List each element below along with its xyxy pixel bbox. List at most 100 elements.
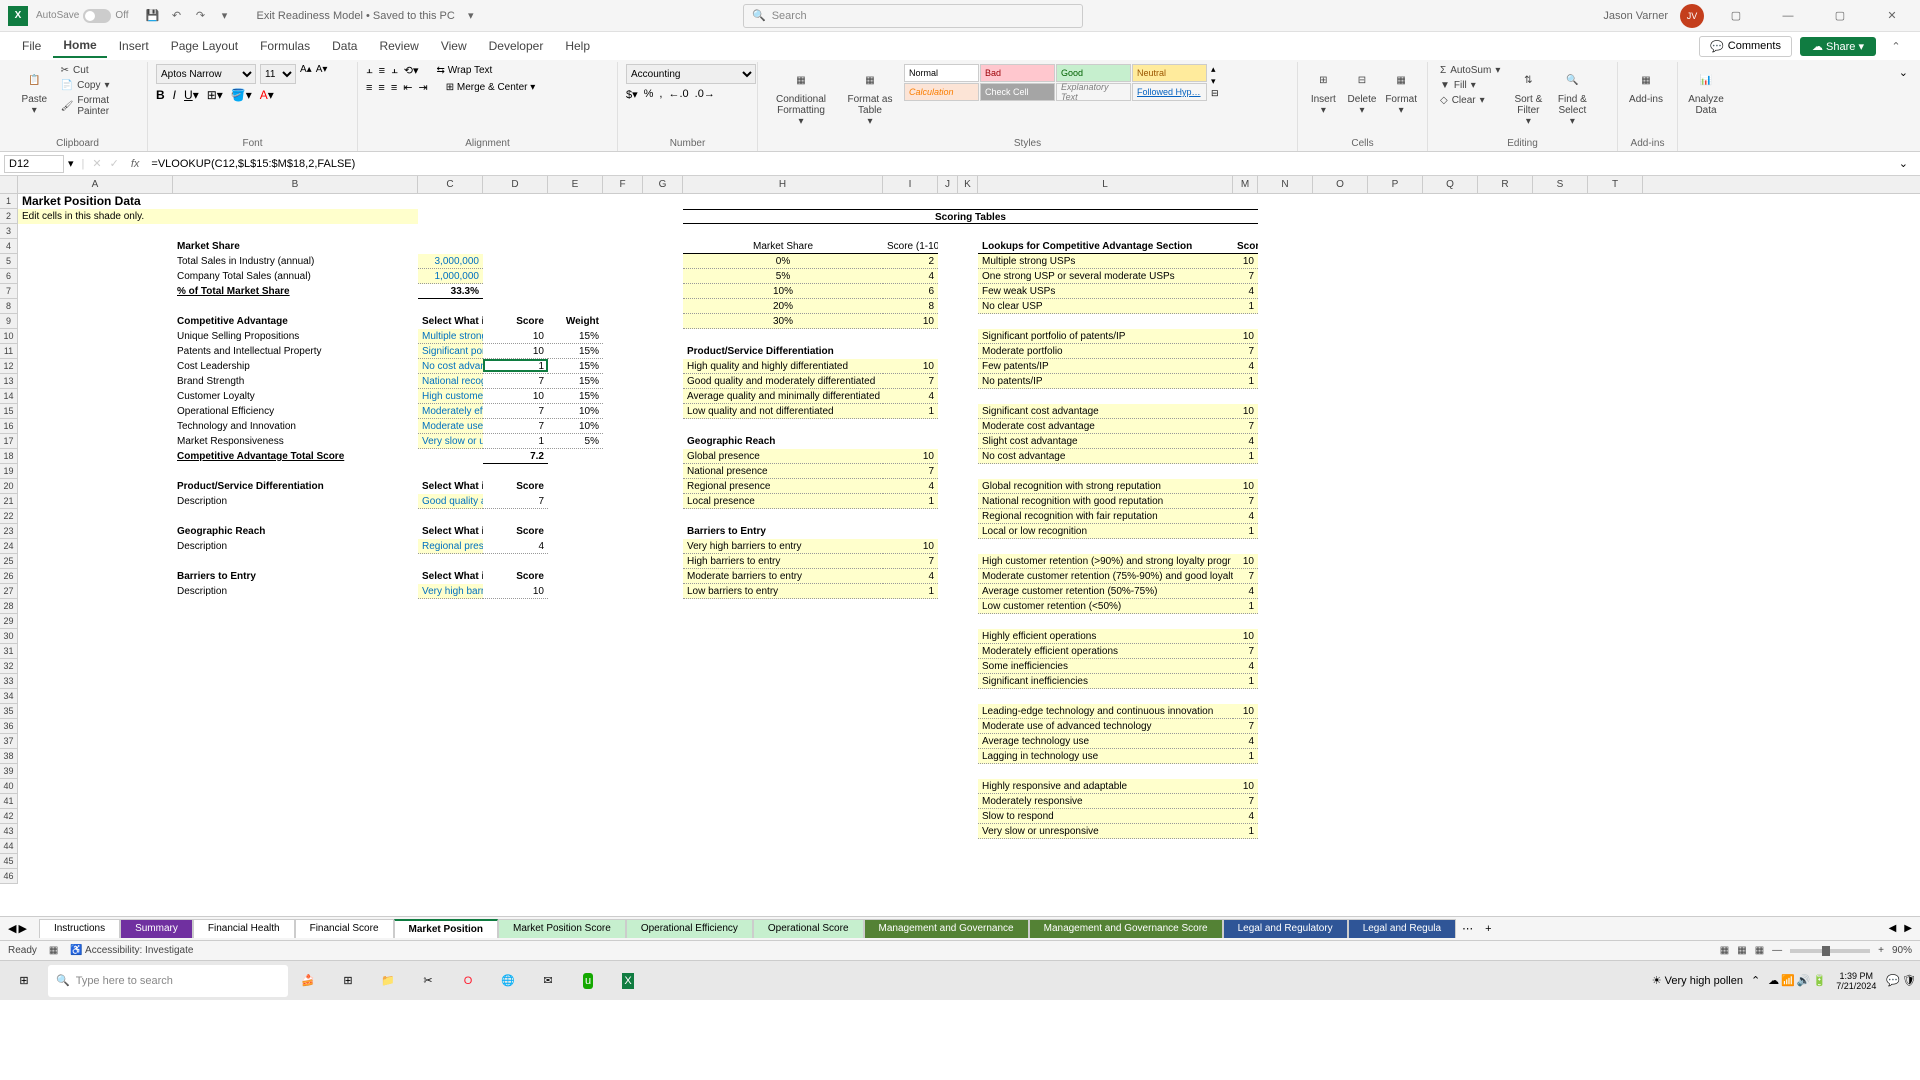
tab-help[interactable]: Help [555, 35, 600, 57]
cell[interactable]: National presence [683, 464, 883, 479]
decrease-font-icon[interactable]: A▾ [316, 64, 328, 84]
taskbar-app-icon[interactable]: 🍰 [288, 961, 328, 1001]
document-title[interactable]: Exit Readiness Model • Saved to this PC [257, 10, 455, 22]
cell[interactable]: Description [173, 584, 418, 599]
cell[interactable]: Select What is Most True via the Dropdow… [418, 524, 483, 539]
row-header-40[interactable]: 40 [0, 779, 18, 794]
cell[interactable]: 5% [683, 269, 883, 284]
row-header-24[interactable]: 24 [0, 539, 18, 554]
row-header-23[interactable]: 23 [0, 524, 18, 539]
cell[interactable]: Lagging in technology use [978, 749, 1233, 764]
new-sheet-icon[interactable]: + [1479, 923, 1497, 935]
col-header-J[interactable]: J [938, 176, 958, 193]
row-header-13[interactable]: 13 [0, 374, 18, 389]
sheet-tab[interactable]: Management and Governance Score [1029, 919, 1223, 938]
cell[interactable]: Geographic Reach [683, 434, 883, 449]
col-header-F[interactable]: F [603, 176, 643, 193]
chrome-icon[interactable]: 🌐 [488, 961, 528, 1001]
clear-button[interactable]: ◇Clear▾ [1436, 94, 1504, 107]
cell[interactable]: 7 [483, 374, 548, 389]
align-bottom-icon[interactable]: ⫠ [391, 64, 398, 77]
cell[interactable]: Significant inefficiencies [978, 674, 1233, 689]
col-header-H[interactable]: H [683, 176, 883, 193]
view-page-break-icon[interactable]: ▦ [1755, 945, 1764, 956]
find-select-button[interactable]: 🔍Find & Select▾ [1552, 64, 1592, 131]
cell[interactable]: National recognition with good reputatio… [418, 374, 483, 389]
comments-button[interactable]: 💬 Comments [1699, 36, 1792, 57]
col-header-O[interactable]: O [1313, 176, 1368, 193]
collapse-ribbon-icon[interactable]: ⌄ [1895, 62, 1912, 151]
cell[interactable]: 7 [483, 404, 548, 419]
cell[interactable]: Score [483, 314, 548, 329]
cell[interactable]: 4 [883, 479, 938, 494]
format-as-table-button[interactable]: ▦Format as Table▾ [840, 64, 900, 131]
cell[interactable]: Leading-edge technology and continuous i… [978, 704, 1233, 719]
align-center-icon[interactable]: ≡ [378, 82, 384, 94]
align-left-icon[interactable]: ≡ [366, 82, 372, 94]
wrap-text-button[interactable]: ⇆ Wrap Text [437, 65, 493, 76]
cell[interactable]: Product/Service Differentiation [173, 479, 418, 494]
paste-button[interactable]: 📋 Paste ▾ [16, 64, 53, 120]
italic-button[interactable]: I [173, 88, 176, 102]
col-header-I[interactable]: I [883, 176, 938, 193]
zoom-level[interactable]: 90% [1892, 945, 1912, 956]
fx-icon[interactable]: fx [123, 158, 148, 170]
cell[interactable]: 4 [883, 569, 938, 584]
sheet-tab[interactable]: Operational Score [753, 919, 864, 938]
row-header-7[interactable]: 7 [0, 284, 18, 299]
start-button[interactable]: ⊞ [4, 961, 44, 1001]
cell[interactable]: Geographic Reach [173, 524, 418, 539]
share-button[interactable]: ☁ Share ▾ [1800, 37, 1876, 56]
increase-font-icon[interactable]: A▴ [300, 64, 312, 84]
insert-cells-button[interactable]: ⊞Insert▾ [1306, 64, 1341, 120]
cell[interactable]: 7 [1233, 644, 1258, 659]
cell[interactable]: Very slow or unresponsive [978, 824, 1233, 839]
cell[interactable]: High barriers to entry [683, 554, 883, 569]
cell[interactable]: 15% [548, 389, 603, 404]
tab-view[interactable]: View [431, 35, 477, 57]
tab-page-layout[interactable]: Page Layout [161, 35, 248, 57]
orientation-icon[interactable]: ⟲▾ [404, 64, 419, 77]
style-neutral[interactable]: Neutral [1132, 64, 1207, 82]
format-painter-button[interactable]: 🖌Format Painter [57, 94, 139, 118]
cell[interactable]: Select What is Most True via the Dropdow… [418, 479, 483, 494]
row-header-9[interactable]: 9 [0, 314, 18, 329]
cell[interactable]: 1,000,000 [418, 269, 483, 284]
style-check-cell[interactable]: Check Cell [980, 83, 1055, 101]
cell[interactable]: Technology and Innovation [173, 419, 418, 434]
tab-review[interactable]: Review [369, 35, 428, 57]
cell[interactable]: 10 [483, 329, 548, 344]
opera-icon[interactable]: O [448, 961, 488, 1001]
cell[interactable] [483, 359, 548, 372]
cell[interactable]: Barriers to Entry [173, 569, 418, 584]
system-clock[interactable]: 1:39 PM 7/21/2024 [1828, 971, 1884, 991]
cell[interactable]: 3,000,000 [418, 254, 483, 269]
save-icon[interactable]: 💾 [141, 4, 165, 28]
cell[interactable]: Very high barriers to entry [418, 584, 483, 599]
bold-button[interactable]: B [156, 88, 165, 102]
tab-insert[interactable]: Insert [109, 35, 159, 57]
maximize-icon[interactable]: ▢ [1820, 0, 1860, 32]
row-header-22[interactable]: 22 [0, 509, 18, 524]
cell[interactable]: 7 [1233, 719, 1258, 734]
cell[interactable]: Score [1233, 239, 1258, 254]
cell[interactable]: Product/Service Differentiation [683, 344, 883, 359]
col-header-T[interactable]: T [1588, 176, 1643, 193]
cell[interactable]: 10 [883, 359, 938, 374]
ribbon-mode-icon[interactable]: ▢ [1716, 0, 1756, 32]
cell[interactable]: Some inefficiencies [978, 659, 1233, 674]
autosum-button[interactable]: ΣAutoSum▾ [1436, 64, 1504, 77]
row-header-21[interactable]: 21 [0, 494, 18, 509]
cell[interactable]: 10 [1233, 479, 1258, 494]
cancel-formula-icon[interactable]: ✕ [88, 157, 105, 170]
tab-scroll-left-icon[interactable]: ◀ [1889, 923, 1897, 934]
cell[interactable]: No clear USP [978, 299, 1233, 314]
cell[interactable]: Low barriers to entry [683, 584, 883, 599]
name-box[interactable] [4, 155, 64, 173]
row-header-11[interactable]: 11 [0, 344, 18, 359]
col-header-A[interactable]: A [18, 176, 173, 193]
tab-file[interactable]: File [12, 35, 51, 57]
cell[interactable]: 0% [683, 254, 883, 269]
align-right-icon[interactable]: ≡ [391, 82, 397, 94]
cell[interactable]: Regional presence [418, 539, 483, 554]
